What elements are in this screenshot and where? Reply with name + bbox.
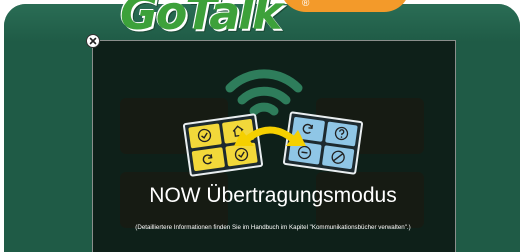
close-icon: [89, 37, 97, 45]
screen: GoTalk ® NOW Übertragungsmodus (Detailli…: [0, 0, 524, 252]
refresh-icon: [191, 146, 225, 172]
double-arrow-icon: [234, 126, 306, 146]
slash-icon: [321, 144, 355, 170]
logo-registered-mark: ®: [302, 0, 310, 9]
dialog-title: NOW Übertragungsmodus: [149, 184, 397, 207]
check-icon: [188, 123, 222, 148]
close-button[interactable]: [86, 34, 100, 48]
logo-text: GoTalk: [120, 0, 283, 40]
logo-swoosh: [280, 0, 410, 12]
dialog-note: (Detailliertere Informationen finden Sie…: [135, 224, 411, 231]
question-icon: [324, 121, 358, 146]
